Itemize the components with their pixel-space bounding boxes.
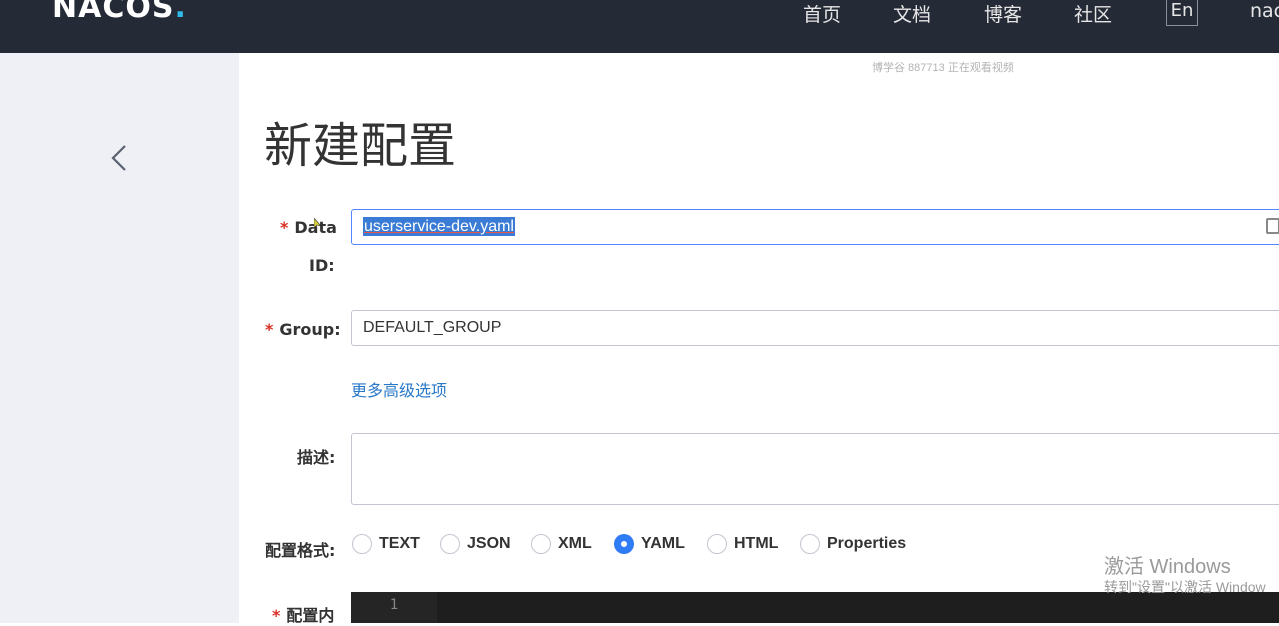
- mouse-cursor-icon: [314, 218, 322, 229]
- logo-text: NACOS: [52, 0, 175, 25]
- radio-label: XML: [558, 535, 592, 552]
- nav-blog[interactable]: 博客: [984, 0, 1022, 27]
- radio-label: YAML: [641, 535, 685, 552]
- radio-circle[interactable]: [800, 534, 820, 554]
- format-radio-json[interactable]: JSON: [440, 533, 511, 555]
- data-id-input[interactable]: userservice-dev.yaml: [351, 209, 1279, 245]
- content-label: * 配置内: [272, 602, 334, 626]
- data-id-label-line2: ID:: [309, 256, 335, 275]
- description-label: 描述:: [297, 448, 336, 467]
- nacos-logo[interactable]: NACOS.: [52, 0, 187, 25]
- windows-activation-subtitle: 转到"设置"以激活 Window: [1104, 579, 1266, 595]
- page-title: 新建配置: [264, 118, 457, 174]
- format-radio-html[interactable]: HTML: [707, 533, 778, 555]
- nav-community[interactable]: 社区: [1074, 0, 1112, 27]
- windows-activation-title: 激活 Windows: [1104, 556, 1231, 578]
- format-radio-yaml[interactable]: YAML: [614, 533, 685, 555]
- format-label: 配置格式:: [265, 541, 336, 560]
- user-menu[interactable]: nac: [1250, 0, 1279, 22]
- content-label-text: 配置内: [286, 606, 335, 625]
- data-id-label: * Data: [280, 218, 337, 237]
- radio-label: HTML: [734, 535, 779, 552]
- format-radio-text[interactable]: TEXT: [352, 533, 420, 555]
- description-textarea[interactable]: [351, 433, 1279, 505]
- radio-circle-checked[interactable]: [614, 534, 634, 554]
- radio-circle[interactable]: [440, 534, 460, 554]
- group-input[interactable]: DEFAULT_GROUP: [351, 310, 1279, 346]
- radio-label: JSON: [467, 535, 511, 552]
- top-navbar: NACOS. 首页 文档 博客 社区 En nac: [0, 0, 1279, 53]
- input-contact-card-icon[interactable]: [1266, 218, 1279, 234]
- advanced-options-link[interactable]: 更多高级选项: [351, 377, 447, 401]
- video-watermark: 博学谷 887713 正在观看视频: [872, 62, 1014, 74]
- radio-circle[interactable]: [707, 534, 727, 554]
- data-id-value: userservice-dev.yaml: [363, 217, 515, 236]
- radio-circle[interactable]: [352, 534, 372, 554]
- required-mark: *: [265, 320, 274, 339]
- format-radio-properties[interactable]: Properties: [800, 533, 906, 555]
- nav-home[interactable]: 首页: [803, 0, 841, 27]
- format-radio-xml[interactable]: XML: [531, 533, 592, 555]
- required-mark: *: [280, 218, 289, 237]
- group-label: * Group:: [265, 320, 341, 339]
- back-arrow-icon[interactable]: [108, 143, 132, 173]
- group-label-text: Group:: [279, 320, 341, 339]
- nav-docs[interactable]: 文档: [893, 0, 931, 27]
- radio-circle[interactable]: [531, 534, 551, 554]
- radio-label: Properties: [827, 535, 907, 552]
- logo-dot: .: [174, 0, 187, 25]
- required-mark: *: [272, 606, 281, 625]
- language-toggle-button[interactable]: En: [1166, 0, 1198, 26]
- sidebar: [0, 53, 239, 623]
- radio-label: TEXT: [379, 535, 420, 552]
- line-number: 1: [351, 592, 437, 623]
